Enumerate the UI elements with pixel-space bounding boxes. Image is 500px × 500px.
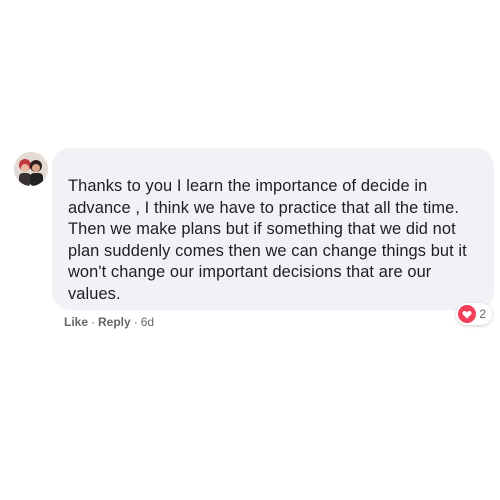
comment-page: Thanks to you I learn the importance of …: [0, 0, 500, 500]
separator: ·: [91, 315, 96, 329]
comment-actions: Like · Reply · 6d: [64, 315, 154, 329]
comment-text: Thanks to you I learn the importance of …: [68, 177, 467, 303]
reply-button[interactable]: Reply: [98, 315, 131, 329]
comment-bubble: Thanks to you I learn the importance of …: [52, 148, 494, 310]
like-button[interactable]: Like: [64, 315, 88, 329]
separator: ·: [133, 315, 138, 329]
reaction-count: 2: [479, 307, 486, 321]
user-avatar-photo-icon: [14, 152, 48, 186]
avatar[interactable]: [14, 152, 48, 186]
reactions-summary[interactable]: 2: [456, 303, 492, 325]
love-reaction-icon: [458, 305, 477, 323]
comment-timestamp[interactable]: 6d: [141, 315, 154, 329]
